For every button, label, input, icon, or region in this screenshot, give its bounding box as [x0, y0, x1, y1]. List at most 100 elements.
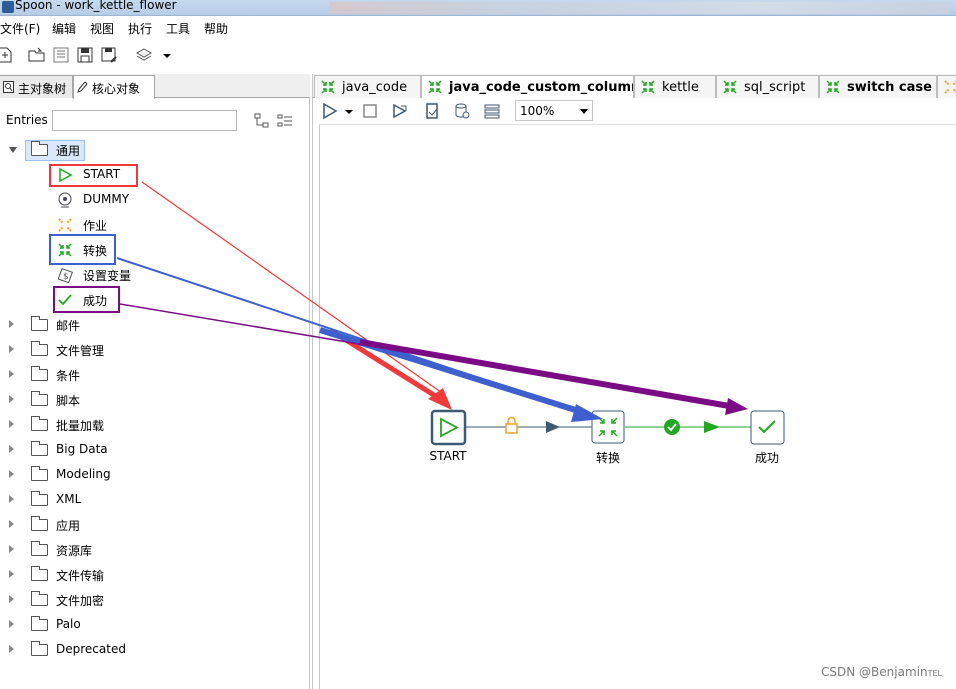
tree-folder-label: 文件管理 — [56, 344, 105, 358]
tree-item-transformation[interactable]: 转换 — [0, 239, 300, 261]
tree-folder[interactable]: XML — [0, 489, 300, 511]
entries-search-input[interactable] — [52, 110, 237, 131]
tab-core-objects[interactable]: 核心对象 — [73, 75, 155, 99]
transformation-icon — [826, 80, 840, 94]
expand-arrow-icon[interactable] — [9, 545, 14, 553]
tree-item-dummy[interactable]: DUMMY — [0, 189, 300, 211]
menu-view[interactable]: 视图 — [90, 20, 114, 37]
tree-folder[interactable]: Deprecated — [0, 639, 300, 661]
tree-item-job[interactable]: 作业 — [0, 214, 300, 236]
tree-folder[interactable]: Big Data — [0, 439, 300, 461]
tree-folder-general[interactable]: 通用 — [0, 139, 300, 161]
expand-arrow-icon[interactable] — [9, 345, 14, 353]
expand-arrow-icon[interactable] — [9, 470, 14, 478]
tree-item-start[interactable]: START — [0, 164, 300, 186]
tab-kettle[interactable]: kettle — [634, 75, 716, 98]
stop-icon[interactable] — [361, 102, 379, 120]
expand-arrow-icon[interactable] — [9, 645, 14, 653]
watermark-suffix: TEL — [927, 669, 942, 678]
run-dropdown-icon[interactable] — [343, 102, 355, 120]
tree-item-success[interactable]: 成功 — [0, 289, 300, 311]
object-tree-icon — [3, 81, 14, 93]
save-icon[interactable] — [76, 46, 94, 64]
verify-icon[interactable] — [423, 102, 441, 120]
expand-arrow-icon[interactable] — [9, 445, 14, 453]
folder-icon — [31, 491, 48, 506]
expand-arrow-icon[interactable] — [9, 395, 14, 403]
expand-arrow-icon[interactable] — [9, 320, 14, 328]
menu-edit[interactable]: 编辑 — [52, 20, 76, 37]
expand-all-icon[interactable] — [277, 113, 293, 129]
save-as-icon[interactable] — [100, 46, 118, 64]
expand-arrow-icon[interactable] — [9, 620, 14, 628]
expand-arrow-icon[interactable] — [9, 420, 14, 428]
tab-switch-case[interactable]: switch case — [819, 75, 937, 98]
tab-label: java_code_custom_column — [449, 80, 634, 95]
replay-icon[interactable] — [391, 102, 409, 120]
tree-folder-label: 文件加密 — [56, 594, 105, 608]
tab-object-tree[interactable]: 主对象树 — [0, 75, 73, 98]
expand-arrow-icon[interactable] — [9, 370, 14, 378]
editor-tabs: java_code java_code_custom_column kettle… — [313, 74, 956, 98]
folder-icon — [31, 566, 48, 581]
run-icon[interactable] — [321, 102, 339, 120]
menu-file[interactable]: 文件(F) — [0, 20, 40, 37]
tree-folder[interactable]: 文件管理 — [0, 339, 300, 361]
layers-icon[interactable] — [135, 46, 153, 64]
sql-icon[interactable] — [453, 102, 471, 120]
tree-folder[interactable]: Palo — [0, 614, 300, 636]
menu-tools[interactable]: 工具 — [166, 20, 190, 37]
explore-repository-icon[interactable] — [52, 46, 70, 64]
tab-job-partial[interactable] — [937, 75, 956, 98]
editor-toolbar: 100% — [313, 98, 956, 124]
tree-folder[interactable]: 邮件 — [0, 314, 300, 336]
dummy-icon — [58, 192, 72, 208]
tree-folder-label: Deprecated — [56, 642, 126, 656]
folder-icon — [31, 641, 48, 656]
tree-folder[interactable]: 资源库 — [0, 539, 300, 561]
folder-icon — [31, 616, 48, 631]
node-label-transform: 转换 — [595, 451, 620, 465]
watermark-text: CSDN @Benjamin — [821, 665, 928, 679]
tree-folder[interactable]: 文件加密 — [0, 589, 300, 611]
transformation-icon — [428, 80, 442, 94]
job-canvas[interactable] — [319, 124, 956, 689]
expand-arrow-icon[interactable] — [9, 595, 14, 603]
checkmark-icon — [58, 294, 72, 306]
menu-run[interactable]: 执行 — [128, 20, 152, 37]
tab-java-code[interactable]: java_code — [314, 75, 421, 98]
left-panel-tabs: 主对象树 核心对象 — [0, 74, 310, 99]
open-file-icon[interactable] — [28, 46, 46, 64]
tree-item-set-variables[interactable]: $ 设置变量 — [0, 264, 300, 286]
tree-folder[interactable]: 条件 — [0, 364, 300, 386]
tree-folder-label: 邮件 — [56, 319, 81, 333]
title-bar-blurred-area — [330, 2, 950, 14]
tab-java-code-custom-column[interactable]: java_code_custom_column — [421, 75, 634, 98]
layers-dropdown-icon[interactable] — [158, 46, 176, 64]
tree-folder-label: 应用 — [56, 519, 81, 533]
spoon-app-icon — [2, 1, 14, 13]
tab-sql-script[interactable]: sql_script — [716, 75, 819, 98]
collapse-all-icon[interactable] — [254, 113, 270, 129]
tree-folder[interactable]: 批量加载 — [0, 414, 300, 436]
tree-folder[interactable]: 应用 — [0, 514, 300, 536]
tree-item-label: DUMMY — [83, 192, 130, 206]
tree-folder-label: 文件传输 — [56, 569, 105, 583]
new-file-icon[interactable] — [0, 46, 14, 64]
menu-help[interactable]: 帮助 — [204, 20, 228, 37]
explore-db-icon[interactable] — [483, 102, 501, 120]
folder-icon — [31, 516, 48, 531]
entries-label: Entries — [6, 113, 48, 127]
tree-folder[interactable]: 脚本 — [0, 389, 300, 411]
tab-label: kettle — [662, 80, 699, 95]
tree-folder[interactable]: 文件传输 — [0, 564, 300, 586]
expand-arrow-icon[interactable] — [9, 570, 14, 578]
node-label-start: START — [429, 449, 467, 463]
expand-arrow-icon[interactable] — [9, 520, 14, 528]
collapse-arrow-icon[interactable] — [9, 147, 17, 153]
expand-arrow-icon[interactable] — [9, 495, 14, 503]
tree-folder[interactable]: Modeling — [0, 464, 300, 486]
transformation-icon — [58, 243, 72, 257]
zoom-select[interactable]: 100% — [515, 100, 593, 121]
tree-folder-label: Big Data — [56, 442, 108, 456]
